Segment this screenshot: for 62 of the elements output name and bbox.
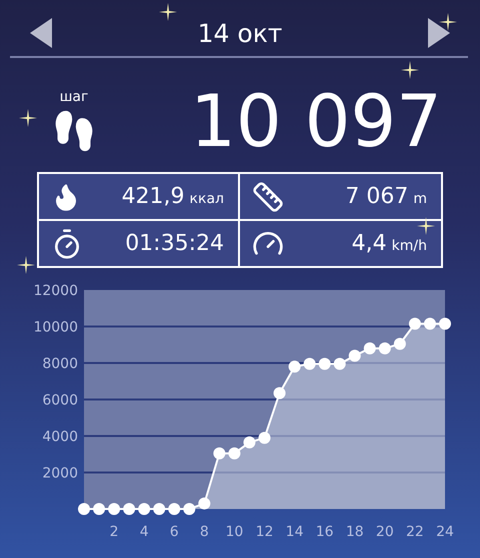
axis-label: 16 (316, 524, 334, 540)
step-count: 10 097 (190, 85, 442, 157)
data-point (408, 318, 421, 330)
data-point (288, 360, 301, 373)
data-point (183, 503, 196, 515)
data-point (243, 436, 256, 448)
sparkle-icon (159, 3, 177, 21)
axis-label: 8000 (42, 356, 78, 372)
next-button[interactable] (428, 18, 450, 48)
axis-label: 18 (346, 524, 364, 540)
data-point (123, 503, 136, 515)
data-point (93, 503, 106, 515)
data-point (108, 503, 120, 515)
data-point (153, 503, 166, 515)
stat-value: 4,4 (352, 231, 387, 256)
stat-value: 7 067 (345, 184, 408, 209)
axis-label: 10000 (33, 320, 78, 336)
data-point (378, 342, 391, 354)
previous-button[interactable] (30, 18, 52, 48)
axis-label: 6 (170, 524, 179, 540)
data-point (138, 503, 150, 515)
axis-label: 22 (406, 524, 424, 540)
axis-label: 2 (110, 524, 119, 540)
stat-value: 01:35:24 (125, 231, 224, 256)
sparkle-icon (417, 217, 435, 235)
data-point (364, 342, 376, 354)
axis-label: 4000 (42, 429, 78, 445)
axis-label: 2000 (42, 466, 78, 482)
stat-unit: ккал (190, 191, 224, 207)
data-point (424, 318, 436, 330)
axis-label: 4 (140, 524, 149, 540)
data-point (439, 318, 451, 330)
data-point (304, 358, 316, 370)
data-point (213, 447, 226, 460)
data-point (78, 503, 90, 515)
steps-label: шаг (60, 89, 88, 105)
stat-unit: km/h (392, 238, 427, 254)
axis-label: 12000 (33, 283, 78, 299)
data-point (168, 503, 180, 515)
axis-label: 8 (200, 524, 209, 540)
sparkle-icon (17, 256, 35, 274)
data-point (274, 387, 286, 400)
data-point (258, 432, 270, 444)
axis-label: 6000 (42, 392, 78, 408)
axis-label: 24 (436, 524, 454, 540)
data-point (334, 358, 346, 370)
axis-label: 10 (226, 524, 244, 540)
date-title: 14 окт (198, 18, 282, 48)
data-point (318, 358, 331, 370)
stat-value: 421,9 (122, 184, 185, 209)
data-point (394, 338, 406, 350)
data-point (198, 498, 210, 510)
data-point (228, 447, 240, 460)
data-point (348, 350, 361, 362)
ruler-icon (252, 180, 284, 212)
axis-label: 12 (256, 524, 274, 540)
sparkle-icon (401, 61, 419, 79)
stat-unit: m (413, 191, 427, 207)
axis-label: 14 (286, 524, 304, 540)
sparkle-icon (439, 13, 457, 31)
axis-label: 20 (376, 524, 394, 540)
sparkle-icon (19, 109, 37, 127)
